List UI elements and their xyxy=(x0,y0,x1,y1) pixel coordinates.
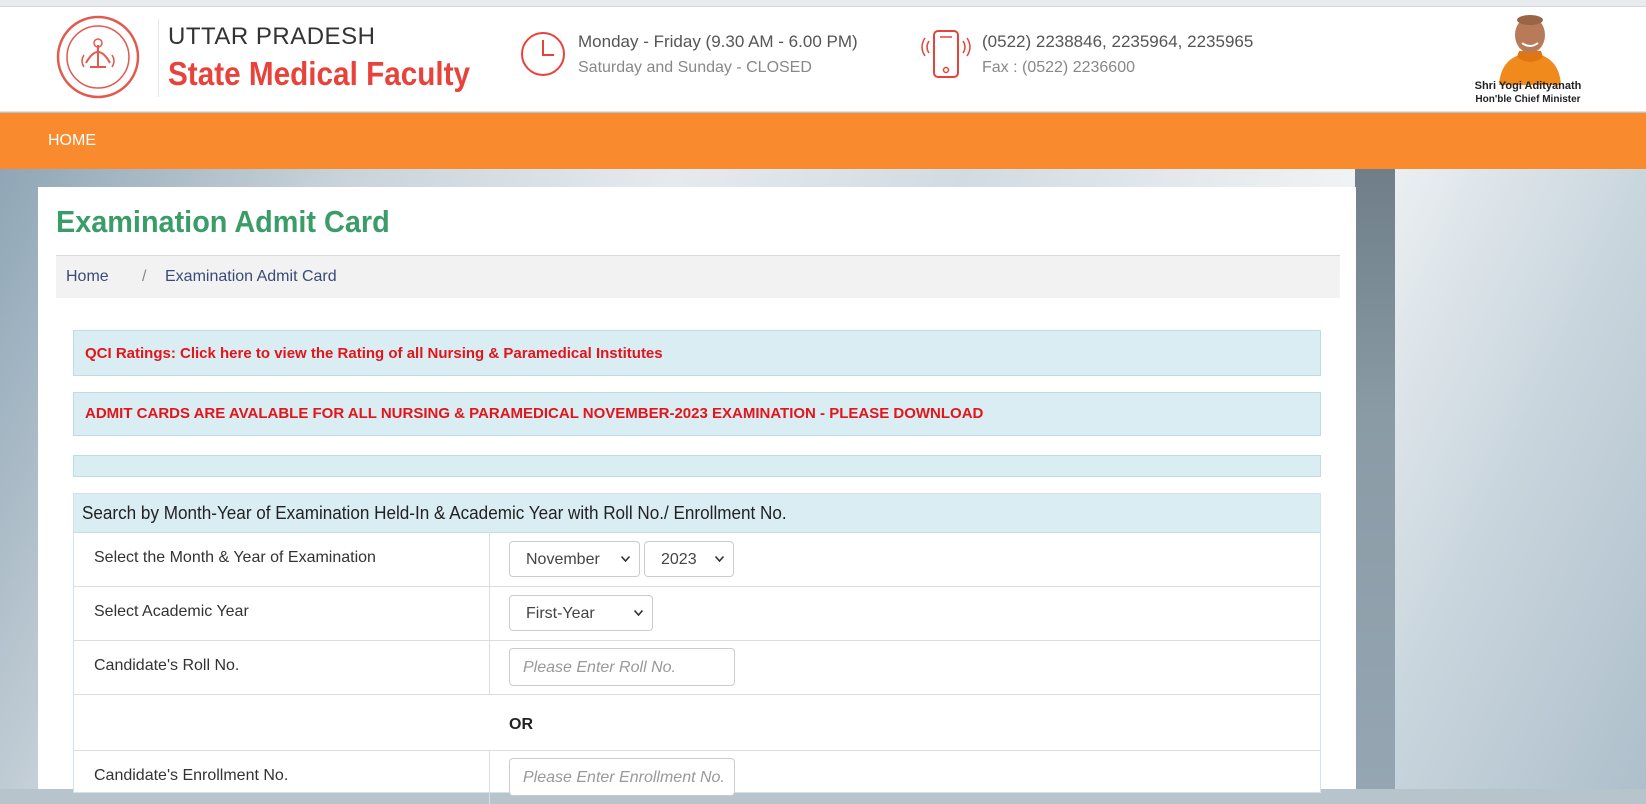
roll-no-label: Candidate's Roll No. xyxy=(94,657,240,674)
qci-ratings-link[interactable]: QCI Ratings: Click here to view the Rati… xyxy=(85,345,663,362)
main-navbar: HOME xyxy=(0,113,1646,169)
exam-year-select[interactable]: 2023 xyxy=(644,541,734,577)
row-divider xyxy=(489,586,490,640)
office-hours-weekend: Saturday and Sunday - CLOSED xyxy=(578,59,812,76)
mobile-phone-icon xyxy=(921,30,971,78)
row-divider xyxy=(489,532,490,586)
search-panel: Search by Month-Year of Examination Held… xyxy=(73,493,1321,804)
breadcrumb-current: Examination Admit Card xyxy=(165,268,337,285)
search-panel-title: Search by Month-Year of Examination Held… xyxy=(82,503,787,523)
nav-home-link[interactable]: HOME xyxy=(48,132,96,150)
clock-icon xyxy=(521,32,565,76)
month-year-label: Select the Month & Year of Examination xyxy=(94,549,376,566)
enrollment-no-input[interactable]: Please Enter Enrollment No. xyxy=(509,758,735,796)
row-divider xyxy=(489,640,490,694)
site-header: UTTAR PRADESH State Medical Faculty Mond… xyxy=(0,7,1646,112)
empty-notice-bar xyxy=(73,455,1321,477)
top-strip xyxy=(0,0,1646,7)
fax-number: Fax : (0522) 2236600 xyxy=(982,59,1135,76)
academic-year-label: Select Academic Year xyxy=(94,603,249,620)
chevron-down-icon xyxy=(634,610,643,616)
row-divider xyxy=(489,750,490,804)
or-row: OR xyxy=(74,694,1320,751)
roll-no-placeholder: Please Enter Roll No. xyxy=(523,659,676,676)
brand-org-name: State Medical Faculty xyxy=(168,55,471,92)
search-panel-header: Search by Month-Year of Examination Held… xyxy=(74,494,1320,533)
exam-year-value: 2023 xyxy=(661,551,697,568)
background-shadow xyxy=(1355,169,1395,789)
chief-minister-photo xyxy=(1499,15,1561,85)
chevron-down-icon xyxy=(621,556,630,562)
admit-card-notice-text[interactable]: ADMIT CARDS ARE AVALABLE FOR ALL NURSING… xyxy=(85,405,983,422)
or-separator: OR xyxy=(509,716,533,733)
roll-no-row: Candidate's Roll No. Please Enter Roll N… xyxy=(74,640,1320,695)
enrollment-no-placeholder: Please Enter Enrollment No. xyxy=(523,769,725,786)
admit-card-notice[interactable]: ADMIT CARDS ARE AVALABLE FOR ALL NURSING… xyxy=(73,392,1321,436)
brand-state-name: UTTAR PRADESH xyxy=(168,23,376,50)
content-card: Examination Admit Card Home / Examinatio… xyxy=(38,187,1356,804)
exam-month-value: November xyxy=(526,551,600,568)
chief-minister-name: Shri Yogi Adityanath xyxy=(1474,80,1582,92)
breadcrumb-separator: / xyxy=(142,268,147,285)
breadcrumb: Home / Examination Admit Card xyxy=(56,255,1340,298)
academic-year-value: First-Year xyxy=(526,605,595,622)
breadcrumb-home-link[interactable]: Home xyxy=(66,268,109,286)
phone-numbers: (0522) 2238846, 2235964, 2235965 xyxy=(982,32,1254,51)
exam-month-select[interactable]: November xyxy=(509,541,640,577)
chevron-down-icon xyxy=(715,556,724,562)
academic-year-row: Select Academic Year First-Year xyxy=(74,586,1320,641)
brand-divider xyxy=(158,19,159,97)
up-emblem-logo xyxy=(56,15,140,99)
office-hours-weekdays: Monday - Friday (9.30 AM - 6.00 PM) xyxy=(578,32,858,51)
chief-minister-title: Hon'ble Chief Minister xyxy=(1475,94,1581,105)
qci-ratings-alert[interactable]: QCI Ratings: Click here to view the Rati… xyxy=(73,330,1321,376)
enrollment-no-label: Candidate's Enrollment No. xyxy=(94,767,289,784)
enrollment-no-row: Candidate's Enrollment No. Please Enter … xyxy=(74,750,1320,804)
academic-year-select[interactable]: First-Year xyxy=(509,595,653,631)
page-title: Examination Admit Card xyxy=(56,204,390,239)
month-year-row: Select the Month & Year of Examination N… xyxy=(74,532,1320,587)
roll-no-input[interactable]: Please Enter Roll No. xyxy=(509,648,735,686)
